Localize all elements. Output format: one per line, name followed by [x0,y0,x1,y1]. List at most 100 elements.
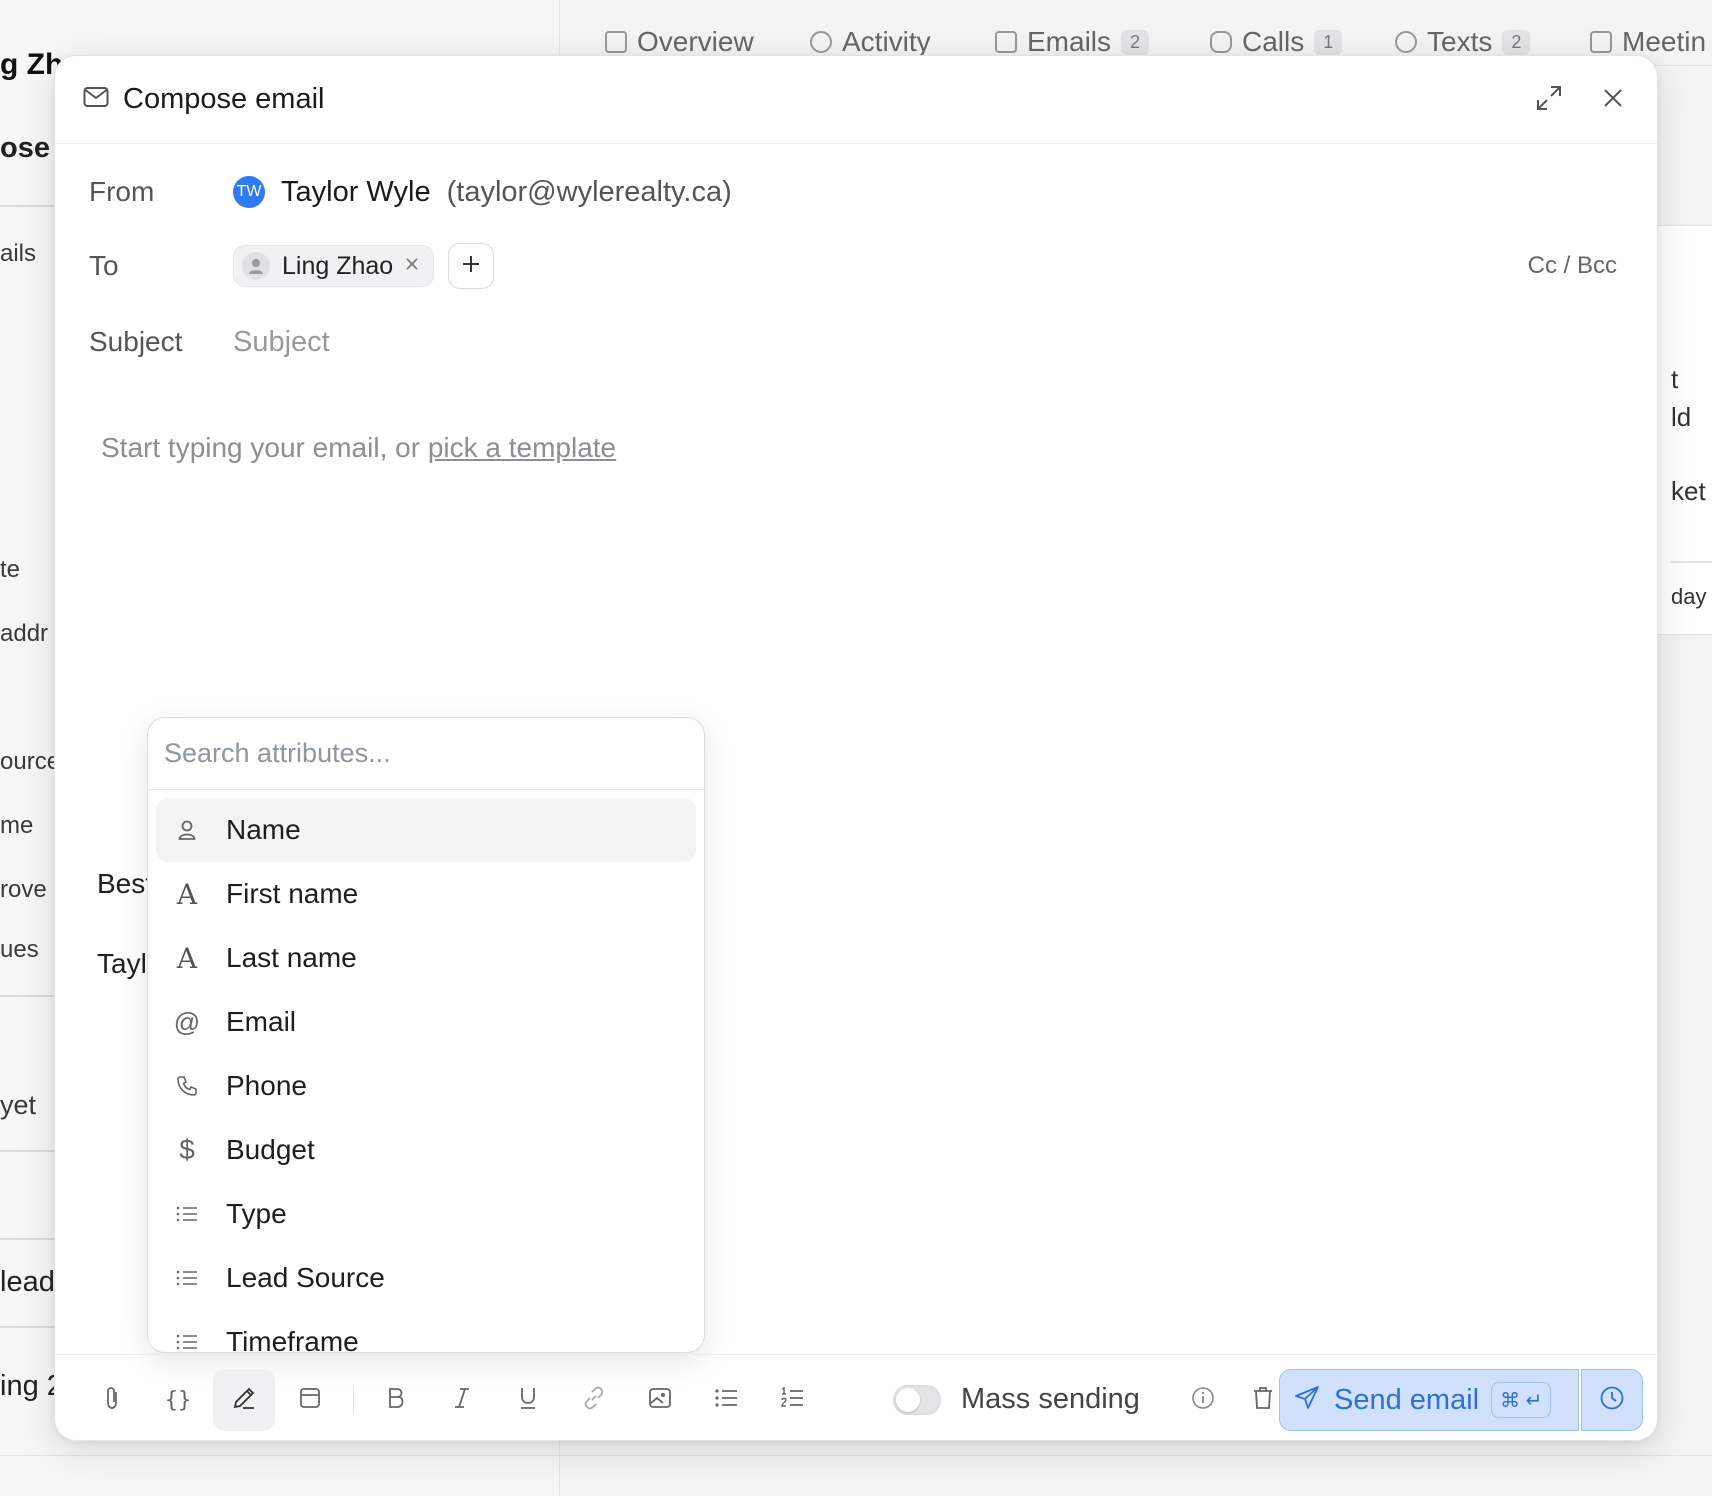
body-placeholder-text: Start typing your email, or [101,432,428,463]
compose-email-dialog: Compose email From TW Taylor Wyle (taylo… [54,55,1658,1441]
list-icon [172,1327,202,1352]
mail-icon [995,31,1017,53]
image-icon [648,1387,672,1414]
pick-template-link[interactable]: pick a template [428,432,616,463]
dialog-title: Compose email [123,83,325,115]
mass-sending-info-button[interactable] [1181,1369,1225,1431]
link-button[interactable] [563,1369,625,1431]
attribute-picker-dropdown: Name A First name A Last name @ Email Ph… [147,717,705,1353]
subject-label: Subject [89,326,183,357]
attribute-item-last-name[interactable]: A Last name [156,926,696,990]
attribute-search-bar [148,718,704,790]
insert-image-button[interactable] [629,1369,691,1431]
italic-button[interactable] [431,1369,493,1431]
from-row: From TW Taylor Wyle (taylor@wylerealty.c… [89,168,1617,216]
bullet-list-button[interactable] [695,1369,757,1431]
attribute-item-type[interactable]: Type [156,1182,696,1246]
mass-sending-label: Mass sending [961,1383,1140,1415]
sender-name: Taylor Wyle [281,175,431,208]
phone-icon [172,1071,202,1101]
to-row: To Ling Zhao Cc / Bcc [89,240,1617,292]
bg-fragment: ource [0,748,61,775]
bg-tab-activity[interactable]: Activity [810,26,931,58]
close-icon [1602,87,1624,114]
signature-line: Best [97,868,154,899]
bg-tab-emails[interactable]: Emails 2 [995,26,1150,58]
attribute-item-lead-source[interactable]: Lead Source [156,1246,696,1310]
attach-button[interactable] [81,1369,143,1431]
attribute-item-budget[interactable]: $ Budget [156,1118,696,1182]
avatar: TW [233,176,265,208]
bg-divider [0,1326,60,1328]
numbered-list-button[interactable] [761,1369,823,1431]
bg-divider [0,1238,60,1240]
bg-tab-calls[interactable]: Calls 1 [1210,26,1343,58]
bg-fragment: addr [0,620,49,647]
send-email-label: Send email [1334,1383,1480,1416]
underline-button[interactable] [497,1369,559,1431]
bg-divider [0,205,60,207]
numbered-list-icon [780,1386,804,1414]
link-icon [582,1386,606,1415]
mail-icon [83,86,109,113]
insert-variable-button[interactable]: {} [147,1369,209,1431]
add-recipient-button[interactable] [448,243,495,289]
plus-icon [461,254,481,279]
paperclip-icon [102,1385,122,1416]
bg-fragment: yet [0,1090,37,1120]
bg-fragment: ails [0,240,37,267]
bg-fragment: day [1671,584,1707,609]
bg-divider [0,1455,1712,1456]
sender-email: (taylor@wylerealty.ca) [446,175,732,208]
expand-icon [1535,84,1563,117]
pen-icon [231,1385,257,1416]
text-a-icon: A [176,941,198,975]
bold-button[interactable] [365,1369,427,1431]
bg-fragment: rove [0,876,47,903]
bg-tab-texts[interactable]: Texts 2 [1395,26,1531,58]
bg-fragment: ld [1671,402,1692,432]
user-icon [242,252,270,280]
bg-fragment: lead [0,1266,55,1298]
send-email-button[interactable]: Send email ⌘ ↵ [1279,1369,1579,1431]
braces-icon: {} [164,1387,192,1413]
bg-divider [0,995,60,997]
bullet-list-icon [714,1388,738,1413]
bg-fragment: t [1671,364,1679,394]
person-icon [172,815,202,845]
chat-icon [1395,31,1417,53]
attribute-search-input[interactable] [164,738,664,769]
text-a-icon: A [176,877,198,911]
subject-row: Subject [89,318,1617,366]
calendar-icon [1590,31,1612,53]
bg-tab-meetings[interactable]: Meetin [1590,26,1706,58]
dialog-header: Compose email [55,56,1657,144]
bg-tab-overview[interactable]: Overview [605,26,754,58]
underline-icon [518,1386,538,1415]
info-icon [1191,1386,1215,1415]
attribute-item-timeframe[interactable]: Timeframe [156,1310,696,1352]
attribute-item-name[interactable]: Name [156,798,696,862]
grid-icon [605,31,627,53]
dollar-icon: $ [179,1134,195,1165]
close-button[interactable] [1595,82,1631,118]
clock-icon [1599,1385,1625,1416]
attribute-list: Name A First name A Last name @ Email Ph… [156,798,696,1352]
schedule-send-button[interactable] [1581,1369,1643,1431]
subject-input[interactable] [233,325,1133,359]
trash-icon [1252,1386,1274,1415]
snippet-button[interactable] [279,1369,341,1431]
mass-sending-toggle[interactable] [893,1385,941,1415]
remove-recipient-icon[interactable] [405,257,419,276]
signature-button[interactable] [213,1369,275,1431]
attribute-item-phone[interactable]: Phone [156,1054,696,1118]
email-body-editor[interactable]: Start typing your email, or pick a templ… [101,432,616,464]
from-label: From [89,176,155,207]
attribute-item-first-name[interactable]: A First name [156,862,696,926]
bg-fragment: te [0,556,21,583]
expand-button[interactable] [1531,82,1567,118]
recipient-chip[interactable]: Ling Zhao [233,245,435,287]
signature-line: Tayl [97,948,147,979]
cc-bcc-toggle[interactable]: Cc / Bcc [1528,252,1617,280]
attribute-item-email[interactable]: @ Email [156,990,696,1054]
